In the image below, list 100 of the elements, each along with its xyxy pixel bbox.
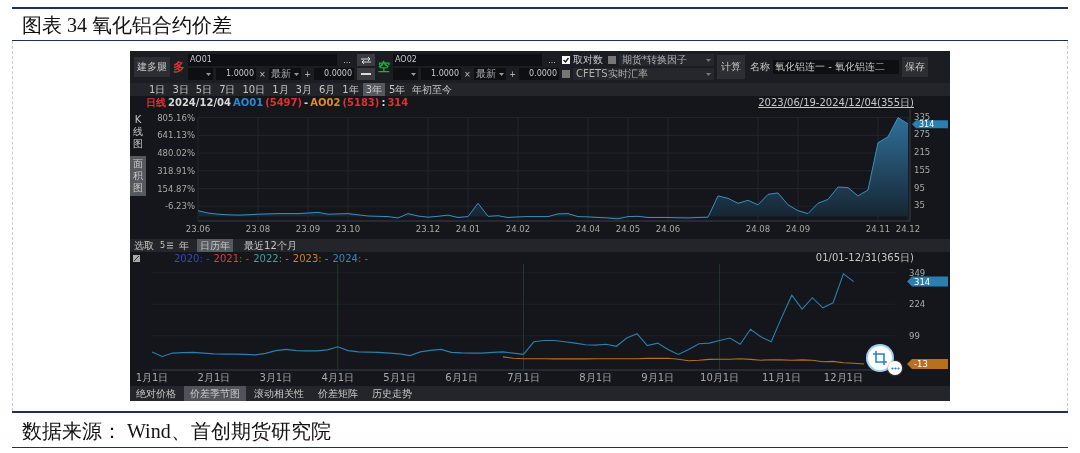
axis-label: 23.09 bbox=[295, 224, 321, 234]
axis-label: 4月1日 bbox=[321, 372, 355, 383]
period-tab[interactable]: 5年 bbox=[386, 83, 409, 96]
chart-type-tab[interactable]: 面积图 bbox=[130, 156, 146, 196]
date-range-link[interactable]: 2023/06/19-2024/12/04(355日) bbox=[758, 96, 914, 109]
crop-button[interactable] bbox=[868, 346, 892, 370]
swap-button[interactable] bbox=[357, 54, 375, 66]
axis-label: 349 bbox=[909, 267, 926, 278]
period-tab[interactable]: 3月 bbox=[292, 83, 315, 96]
quote-text: : bbox=[381, 96, 386, 109]
axis-label: 805.16% bbox=[157, 112, 195, 123]
period-tab[interactable]: 6月 bbox=[316, 83, 339, 96]
axis-label: 3月1日 bbox=[259, 372, 293, 383]
price-type-dropdown[interactable]: 最新 bbox=[473, 68, 507, 80]
caret-icon bbox=[410, 72, 416, 76]
expand-icon[interactable] bbox=[133, 254, 140, 262]
multi-leg-button[interactable]: 建多腿 bbox=[134, 57, 170, 77]
axis-label: 23.06 bbox=[185, 224, 211, 234]
times-sign: × bbox=[464, 69, 471, 79]
axis-label: 99 bbox=[909, 330, 920, 341]
period-tab[interactable]: 10日 bbox=[239, 83, 269, 96]
contract-field[interactable]: AO01 bbox=[188, 54, 337, 66]
more-button[interactable]: ... bbox=[545, 55, 559, 65]
more-icon bbox=[890, 366, 900, 370]
option-dropdown[interactable]: 期货*转换因子 bbox=[619, 54, 714, 66]
period-tab[interactable]: 3日 bbox=[169, 83, 192, 96]
dropdown-field[interactable] bbox=[188, 68, 213, 80]
price-type-dropdown[interactable]: 最新 bbox=[268, 68, 302, 80]
checkbox-label: 取对数 bbox=[573, 54, 603, 66]
crop-icon bbox=[873, 351, 887, 365]
caret-icon bbox=[706, 72, 711, 76]
quote-text: (5183) bbox=[342, 96, 380, 109]
offset-field[interactable]: 0.0000 bbox=[518, 68, 559, 80]
axis-label: 155 bbox=[914, 164, 931, 175]
legend-item: 2023: - bbox=[292, 252, 329, 264]
multiplier-field[interactable]: 1.0000 bbox=[215, 68, 256, 80]
plus-sign: + bbox=[509, 69, 516, 79]
offset-field[interactable]: 0.0000 bbox=[313, 68, 354, 80]
checkbox[interactable] bbox=[608, 56, 616, 64]
axis-label: 10月1日 bbox=[700, 372, 740, 383]
period-tab[interactable]: 年初至今 bbox=[409, 83, 456, 96]
quote-text: (5497) bbox=[265, 96, 303, 109]
axis-label: 24.11 bbox=[865, 224, 891, 234]
multiplier-field[interactable]: 1.0000 bbox=[420, 68, 461, 80]
save-button[interactable]: 保存 bbox=[902, 57, 928, 77]
mode-tab[interactable]: 日历年 bbox=[197, 239, 234, 252]
source-note: 数据来源： Wind、首创期货研究院 bbox=[21, 418, 332, 444]
axis-label: 8月1日 bbox=[579, 372, 613, 383]
contract-field[interactable]: AO02 bbox=[393, 54, 542, 66]
year-unit-label: 年 bbox=[179, 239, 190, 252]
caret-icon bbox=[498, 72, 504, 76]
axis-label: 9月1日 bbox=[641, 372, 674, 383]
years-spinner[interactable]: 5 bbox=[160, 241, 174, 250]
checkbox[interactable] bbox=[562, 70, 570, 78]
axis-label: 24.09 bbox=[785, 224, 811, 234]
view-tab[interactable]: 绝对价格 bbox=[130, 386, 182, 401]
view-tab[interactable]: 历史走势 bbox=[366, 386, 418, 401]
legend-item: 2022: - bbox=[253, 252, 289, 264]
caret-icon bbox=[205, 72, 211, 76]
side-label: 多 bbox=[173, 58, 185, 76]
axis-label: -6.23% bbox=[164, 201, 195, 212]
caret-icon bbox=[706, 58, 711, 62]
axis-label: 24.01 bbox=[455, 224, 481, 234]
value-tag: 314 bbox=[912, 120, 948, 130]
value-tag: -13 bbox=[907, 358, 948, 370]
axis-label: 12月1日 bbox=[823, 372, 863, 383]
view-tab[interactable]: 价差季节图 bbox=[184, 386, 246, 401]
axis-label: 5月1日 bbox=[383, 372, 417, 383]
axis-label: 11月1日 bbox=[761, 372, 802, 383]
minus-button[interactable] bbox=[357, 68, 375, 80]
axis-label: 154.87% bbox=[157, 183, 195, 194]
plus-sign: + bbox=[304, 69, 311, 79]
checkbox[interactable] bbox=[562, 56, 570, 64]
quote-text: AO01 bbox=[232, 96, 264, 109]
calculate-button[interactable]: 计算 bbox=[717, 55, 745, 79]
axis-label: 24.08 bbox=[745, 224, 771, 234]
dropdown-field[interactable] bbox=[393, 68, 418, 80]
option-dropdown[interactable]: CFETS实时汇率 bbox=[573, 68, 714, 80]
mode-tab[interactable]: 最近12个月 bbox=[241, 239, 300, 252]
axis-label: 35 bbox=[914, 200, 925, 211]
quote-text: - bbox=[304, 96, 309, 109]
view-tab[interactable]: 滚动相关性 bbox=[248, 386, 310, 401]
more-button[interactable] bbox=[888, 361, 902, 375]
view-tab[interactable]: 价差矩阵 bbox=[312, 386, 364, 401]
period-tab[interactable]: 7日 bbox=[216, 83, 239, 96]
chart-type-tab[interactable]: K线图 bbox=[130, 112, 146, 152]
axis-label: 95 bbox=[914, 182, 925, 193]
select-label: 选取 bbox=[134, 239, 154, 252]
more-button[interactable]: ... bbox=[340, 55, 354, 65]
period-tab[interactable]: 3年 bbox=[362, 83, 386, 96]
axis-label: 224 bbox=[909, 299, 926, 310]
name-label: 名称 bbox=[750, 60, 770, 74]
axis-label: 24.06 bbox=[655, 224, 681, 234]
name-field[interactable]: 氧化铝连一 - 氧化铝连二 bbox=[773, 60, 899, 74]
period-tab[interactable]: 1年 bbox=[339, 83, 362, 96]
period-tab[interactable]: 1日 bbox=[146, 83, 169, 96]
period-tab[interactable]: 1月 bbox=[269, 83, 292, 96]
axis-label: 23.12 bbox=[415, 224, 441, 234]
axis-label: 23.08 bbox=[245, 224, 271, 234]
period-tab[interactable]: 5日 bbox=[192, 83, 216, 96]
